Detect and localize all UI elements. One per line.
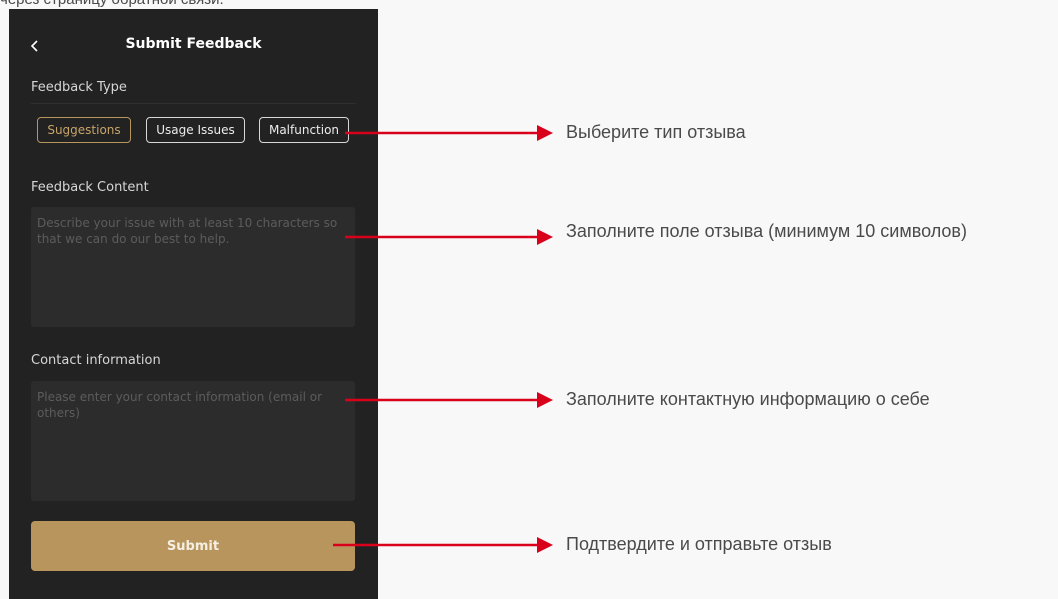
annotation-submit: Подтвердите и отправьте отзыв — [566, 534, 832, 554]
chip-malfunction[interactable]: Malfunction — [259, 117, 349, 143]
annotation-arrowhead-contact — [537, 392, 553, 408]
top-caption: через страницу обратной связи. — [0, 0, 224, 8]
submit-button[interactable]: Submit — [31, 521, 355, 571]
annotation-fill-content: Заполните поле отзыва (минимум 10 символ… — [566, 221, 967, 241]
feedback-screen: Submit Feedback Feedback Type Suggestion… — [9, 9, 378, 599]
page-title: Submit Feedback — [125, 36, 262, 52]
annotation-fill-contact: Заполните контактную информацию о себе — [566, 389, 930, 409]
divider — [31, 103, 356, 104]
annotation-arrowhead-type — [537, 125, 553, 141]
chip-suggestions[interactable]: Suggestions — [37, 117, 131, 143]
feedback-content-label: Feedback Content — [31, 180, 149, 195]
feedback-content-input[interactable] — [31, 207, 355, 327]
feedback-type-label: Feedback Type — [31, 80, 127, 95]
annotation-select-type: Выберите тип отзыва — [566, 122, 746, 142]
contact-info-label: Contact information — [31, 353, 161, 368]
chip-usage-issues[interactable]: Usage Issues — [146, 117, 245, 143]
annotation-arrowhead-submit — [537, 537, 553, 553]
annotation-arrowhead-content — [537, 229, 553, 245]
contact-info-input[interactable] — [31, 381, 355, 501]
